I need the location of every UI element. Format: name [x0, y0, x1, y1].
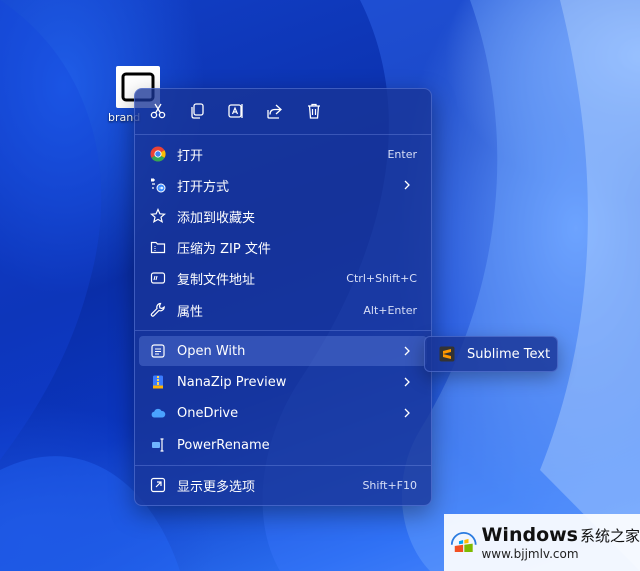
cut-icon [150, 103, 166, 119]
menu-item-open-with-cn[interactable]: 打开方式 [139, 170, 427, 200]
menu-item-label: PowerRename [177, 437, 270, 453]
share-icon [267, 104, 282, 119]
menu-item-shortcut: Enter [387, 147, 417, 161]
menu-item-onedrive[interactable]: OneDrive [139, 398, 427, 428]
menu-item-label: 复制文件地址 [177, 272, 256, 288]
share-button[interactable] [264, 100, 286, 122]
menu-item-shortcut: Ctrl+Shift+C [346, 271, 417, 285]
menu-divider [135, 465, 431, 466]
wrench-icon [149, 301, 167, 319]
delete-icon [308, 103, 320, 119]
delete-button[interactable] [303, 100, 325, 122]
menu-item-label: 打开 [177, 148, 204, 164]
star-icon [149, 207, 167, 225]
windows-logo-icon [450, 531, 477, 552]
onedrive-cloud-icon [149, 404, 167, 422]
sublime-text-icon [439, 346, 455, 362]
chevron-right-icon [401, 377, 413, 387]
watermark-banner: Windows 系统之家 www.bjjmlv.com [444, 514, 640, 571]
menu-item-show-more-options[interactable]: 显示更多选项 Shift+F10 [139, 470, 427, 500]
chevron-right-icon [401, 180, 413, 190]
menu-item-label: Open With [177, 343, 246, 359]
chrome-icon [149, 145, 167, 163]
menu-item-compress-zip[interactable]: 压缩为 ZIP 文件 [139, 232, 427, 262]
show-more-icon [149, 476, 167, 494]
menu-item-label: OneDrive [177, 405, 239, 421]
menu-divider [135, 330, 431, 331]
open-with-icon [149, 176, 167, 194]
nanazip-icon [149, 373, 167, 391]
context-menu-toolbar [135, 89, 431, 133]
menu-divider [135, 134, 431, 135]
rename-button[interactable] [225, 100, 247, 122]
copy-icon [191, 103, 204, 119]
submenu-item-sublime-text[interactable]: Sublime Text [467, 347, 550, 362]
menu-item-powerrename[interactable]: PowerRename [139, 430, 427, 460]
chevron-right-icon [401, 346, 413, 356]
cut-button[interactable] [147, 100, 169, 122]
menu-item-open[interactable]: 打开 Enter [139, 139, 427, 169]
open-with-submenu: Sublime Text [424, 336, 558, 372]
menu-item-shortcut: Alt+Enter [363, 303, 417, 317]
menu-item-label: 属性 [177, 304, 204, 320]
menu-item-properties[interactable]: 属性 Alt+Enter [139, 295, 427, 325]
menu-item-label: 压缩为 ZIP 文件 [177, 241, 271, 257]
chevron-right-icon [401, 408, 413, 418]
menu-item-add-favorites[interactable]: 添加到收藏夹 [139, 201, 427, 231]
menu-item-nanazip-preview[interactable]: NanaZip Preview [139, 367, 427, 397]
watermark-url: www.bjjmlv.com [481, 547, 579, 561]
copy-button[interactable] [186, 100, 208, 122]
menu-item-copy-path[interactable]: 复制文件地址 Ctrl+Shift+C [139, 263, 427, 293]
document-list-icon [149, 342, 167, 360]
menu-item-label: 打开方式 [177, 179, 230, 195]
watermark-title: Windows 系统之家 [481, 524, 640, 546]
context-menu: 打开 Enter 打开方式 添加到收藏夹 压缩为 ZIP 文件 复制文件地址 C… [134, 88, 432, 506]
copy-path-icon [149, 269, 167, 287]
menu-item-label: NanaZip Preview [177, 374, 287, 390]
zip-folder-icon [149, 238, 167, 256]
menu-item-label: 添加到收藏夹 [177, 210, 256, 226]
menu-item-label: 显示更多选项 [177, 479, 256, 495]
rename-icon [228, 104, 243, 118]
menu-item-open-with[interactable]: Open With [139, 336, 427, 366]
powerrename-icon [149, 436, 167, 454]
menu-item-shortcut: Shift+F10 [362, 478, 417, 492]
